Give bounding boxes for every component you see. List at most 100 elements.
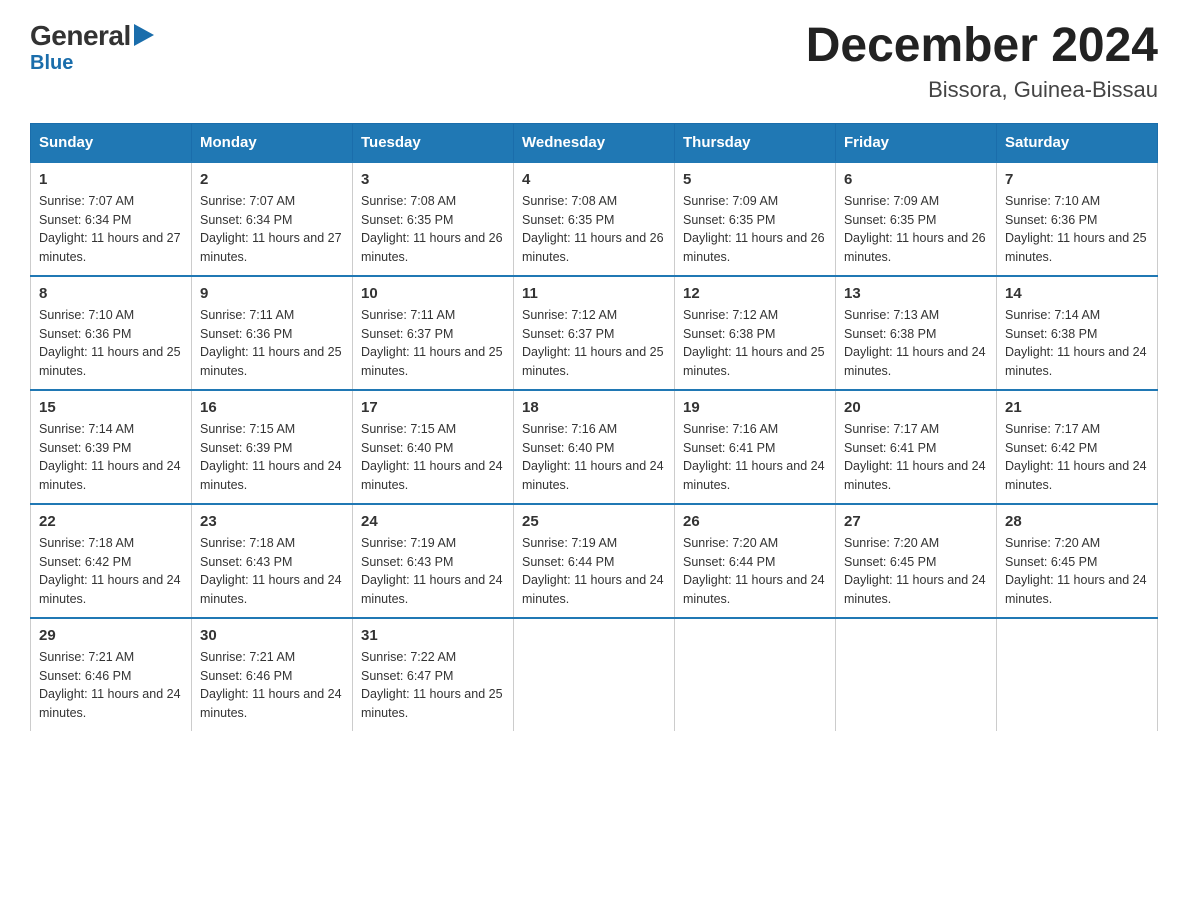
day-info: Sunrise: 7:08 AMSunset: 6:35 PMDaylight:… bbox=[522, 192, 666, 267]
day-number: 25 bbox=[522, 513, 666, 530]
day-info: Sunrise: 7:18 AMSunset: 6:43 PMDaylight:… bbox=[200, 534, 344, 609]
day-number: 10 bbox=[361, 285, 505, 302]
weekday-header-thursday: Thursday bbox=[675, 123, 836, 162]
day-number: 11 bbox=[522, 285, 666, 302]
location-title: Bissora, Guinea-Bissau bbox=[806, 77, 1158, 103]
week-row-3: 15Sunrise: 7:14 AMSunset: 6:39 PMDayligh… bbox=[31, 390, 1158, 504]
calendar-table: SundayMondayTuesdayWednesdayThursdayFrid… bbox=[30, 123, 1158, 731]
day-number: 22 bbox=[39, 513, 183, 530]
day-number: 14 bbox=[1005, 285, 1149, 302]
day-cell-25: 25 Sunrise: 7:19 AMSunset: 6:44 PMDayligh… bbox=[514, 504, 675, 618]
day-cell-11: 11 Sunrise: 7:12 AMSunset: 6:37 PMDayligh… bbox=[514, 276, 675, 390]
weekday-header-friday: Friday bbox=[836, 123, 997, 162]
weekday-header-row: SundayMondayTuesdayWednesdayThursdayFrid… bbox=[31, 123, 1158, 162]
day-info: Sunrise: 7:15 AMSunset: 6:39 PMDaylight:… bbox=[200, 420, 344, 495]
day-number: 2 bbox=[200, 171, 344, 188]
weekday-header-saturday: Saturday bbox=[997, 123, 1158, 162]
day-cell-18: 18Sunrise: 7:16 AMSunset: 6:40 PMDayligh… bbox=[514, 390, 675, 504]
day-number: 4 bbox=[522, 171, 666, 188]
day-info: Sunrise: 7:16 AMSunset: 6:40 PMDaylight:… bbox=[522, 420, 666, 495]
day-cell-31: 31 Sunrise: 7:22 AMSunset: 6:47 PMDayligh… bbox=[353, 618, 514, 731]
weekday-header-wednesday: Wednesday bbox=[514, 123, 675, 162]
day-cell-3: 3 Sunrise: 7:08 AMSunset: 6:35 PMDaylight… bbox=[353, 162, 514, 276]
day-number: 24 bbox=[361, 513, 505, 530]
calendar-header: SundayMondayTuesdayWednesdayThursdayFrid… bbox=[31, 123, 1158, 162]
day-info: Sunrise: 7:08 AMSunset: 6:35 PMDaylight:… bbox=[361, 192, 505, 267]
day-number: 19 bbox=[683, 399, 827, 416]
day-cell-13: 13 Sunrise: 7:13 AMSunset: 6:38 PMDayligh… bbox=[836, 276, 997, 390]
weekday-header-tuesday: Tuesday bbox=[353, 123, 514, 162]
day-number: 20 bbox=[844, 399, 988, 416]
day-cell-10: 10 Sunrise: 7:11 AMSunset: 6:37 PMDayligh… bbox=[353, 276, 514, 390]
day-info: Sunrise: 7:20 AMSunset: 6:45 PMDaylight:… bbox=[844, 534, 988, 609]
week-row-1: 1 Sunrise: 7:07 AMSunset: 6:34 PMDaylight… bbox=[31, 162, 1158, 276]
day-cell-21: 21Sunrise: 7:17 AMSunset: 6:42 PMDayligh… bbox=[997, 390, 1158, 504]
day-info: Sunrise: 7:09 AMSunset: 6:35 PMDaylight:… bbox=[683, 192, 827, 267]
day-info: Sunrise: 7:09 AMSunset: 6:35 PMDaylight:… bbox=[844, 192, 988, 267]
day-cell-20: 20 Sunrise: 7:17 AMSunset: 6:41 PMDayligh… bbox=[836, 390, 997, 504]
day-cell-16: 16 Sunrise: 7:15 AMSunset: 6:39 PMDayligh… bbox=[192, 390, 353, 504]
day-cell-2: 2 Sunrise: 7:07 AMSunset: 6:34 PMDaylight… bbox=[192, 162, 353, 276]
day-info: Sunrise: 7:11 AMSunset: 6:36 PMDaylight:… bbox=[200, 306, 344, 381]
day-info: Sunrise: 7:19 AMSunset: 6:44 PMDaylight:… bbox=[522, 534, 666, 609]
weekday-header-sunday: Sunday bbox=[31, 123, 192, 162]
day-cell-30: 30Sunrise: 7:21 AMSunset: 6:46 PMDayligh… bbox=[192, 618, 353, 731]
month-title: December 2024 bbox=[806, 20, 1158, 73]
week-row-5: 29 Sunrise: 7:21 AMSunset: 6:46 PMDayligh… bbox=[31, 618, 1158, 731]
day-number: 23 bbox=[200, 513, 344, 530]
logo: General Blue bbox=[30, 20, 154, 75]
day-info: Sunrise: 7:12 AMSunset: 6:38 PMDaylight:… bbox=[683, 306, 827, 381]
day-number: 16 bbox=[200, 399, 344, 416]
day-number: 3 bbox=[361, 171, 505, 188]
day-cell-9: 9 Sunrise: 7:11 AMSunset: 6:36 PMDaylight… bbox=[192, 276, 353, 390]
day-cell-1: 1Sunrise: 7:07 AMSunset: 6:34 PMDaylight… bbox=[31, 162, 192, 276]
day-info: Sunrise: 7:16 AMSunset: 6:41 PMDaylight:… bbox=[683, 420, 827, 495]
week-row-2: 8Sunrise: 7:10 AMSunset: 6:36 PMDaylight… bbox=[31, 276, 1158, 390]
day-info: Sunrise: 7:07 AMSunset: 6:34 PMDaylight:… bbox=[200, 192, 344, 267]
day-info: Sunrise: 7:11 AMSunset: 6:37 PMDaylight:… bbox=[361, 306, 505, 381]
day-cell-24: 24 Sunrise: 7:19 AMSunset: 6:43 PMDayligh… bbox=[353, 504, 514, 618]
logo-blue-text: Blue bbox=[30, 52, 73, 74]
day-cell-8: 8Sunrise: 7:10 AMSunset: 6:36 PMDaylight… bbox=[31, 276, 192, 390]
day-info: Sunrise: 7:20 AMSunset: 6:44 PMDaylight:… bbox=[683, 534, 827, 609]
day-info: Sunrise: 7:22 AMSunset: 6:47 PMDaylight:… bbox=[361, 648, 505, 723]
day-number: 31 bbox=[361, 627, 505, 644]
day-info: Sunrise: 7:14 AMSunset: 6:39 PMDaylight:… bbox=[39, 420, 183, 495]
day-info: Sunrise: 7:13 AMSunset: 6:38 PMDaylight:… bbox=[844, 306, 988, 381]
day-info: Sunrise: 7:14 AMSunset: 6:38 PMDaylight:… bbox=[1005, 306, 1149, 381]
day-info: Sunrise: 7:17 AMSunset: 6:41 PMDaylight:… bbox=[844, 420, 988, 495]
day-number: 6 bbox=[844, 171, 988, 188]
day-cell-23: 23 Sunrise: 7:18 AMSunset: 6:43 PMDayligh… bbox=[192, 504, 353, 618]
empty-cell bbox=[514, 618, 675, 731]
day-info: Sunrise: 7:19 AMSunset: 6:43 PMDaylight:… bbox=[361, 534, 505, 609]
empty-cell bbox=[675, 618, 836, 731]
day-info: Sunrise: 7:17 AMSunset: 6:42 PMDaylight:… bbox=[1005, 420, 1149, 495]
day-number: 17 bbox=[361, 399, 505, 416]
day-number: 5 bbox=[683, 171, 827, 188]
day-cell-4: 4 Sunrise: 7:08 AMSunset: 6:35 PMDaylight… bbox=[514, 162, 675, 276]
page-header: General Blue December 2024 Bissora, Guin… bbox=[30, 20, 1158, 103]
day-number: 13 bbox=[844, 285, 988, 302]
empty-cell bbox=[836, 618, 997, 731]
day-number: 26 bbox=[683, 513, 827, 530]
day-cell-17: 17 Sunrise: 7:15 AMSunset: 6:40 PMDayligh… bbox=[353, 390, 514, 504]
day-cell-26: 26 Sunrise: 7:20 AMSunset: 6:44 PMDayligh… bbox=[675, 504, 836, 618]
day-cell-28: 28 Sunrise: 7:20 AMSunset: 6:45 PMDayligh… bbox=[997, 504, 1158, 618]
day-cell-5: 5 Sunrise: 7:09 AMSunset: 6:35 PMDaylight… bbox=[675, 162, 836, 276]
day-info: Sunrise: 7:10 AMSunset: 6:36 PMDaylight:… bbox=[1005, 192, 1149, 267]
day-cell-14: 14 Sunrise: 7:14 AMSunset: 6:38 PMDayligh… bbox=[997, 276, 1158, 390]
day-cell-7: 7 Sunrise: 7:10 AMSunset: 6:36 PMDaylight… bbox=[997, 162, 1158, 276]
day-cell-22: 22Sunrise: 7:18 AMSunset: 6:42 PMDayligh… bbox=[31, 504, 192, 618]
day-number: 7 bbox=[1005, 171, 1149, 188]
day-cell-6: 6 Sunrise: 7:09 AMSunset: 6:35 PMDaylight… bbox=[836, 162, 997, 276]
day-info: Sunrise: 7:12 AMSunset: 6:37 PMDaylight:… bbox=[522, 306, 666, 381]
day-number: 1 bbox=[39, 171, 183, 188]
day-info: Sunrise: 7:15 AMSunset: 6:40 PMDaylight:… bbox=[361, 420, 505, 495]
calendar-body: 1 Sunrise: 7:07 AMSunset: 6:34 PMDaylight… bbox=[31, 162, 1158, 731]
day-number: 29 bbox=[39, 627, 183, 644]
day-info: Sunrise: 7:20 AMSunset: 6:45 PMDaylight:… bbox=[1005, 534, 1149, 609]
day-number: 9 bbox=[200, 285, 344, 302]
title-area: December 2024 Bissora, Guinea-Bissau bbox=[806, 20, 1158, 103]
day-info: Sunrise: 7:21 AMSunset: 6:46 PMDaylight:… bbox=[39, 648, 183, 723]
day-number: 28 bbox=[1005, 513, 1149, 530]
